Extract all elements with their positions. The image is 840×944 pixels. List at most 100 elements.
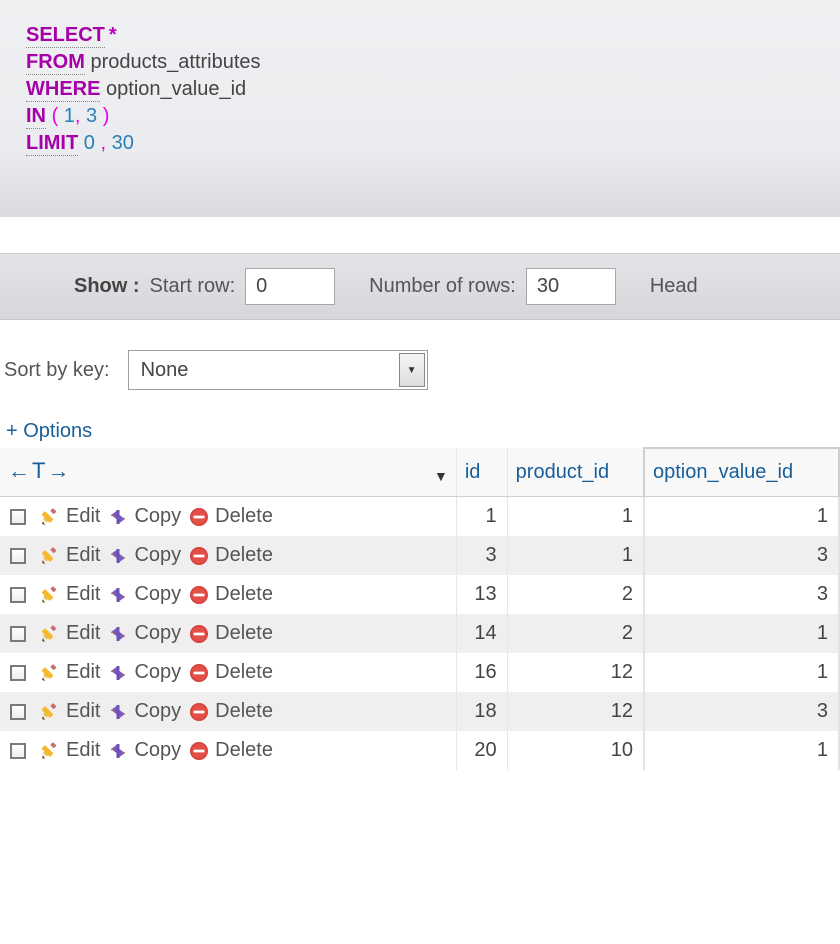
row-checkbox[interactable] [10,626,26,642]
minus-circle-icon [189,507,209,527]
sort-label: Sort by key: [4,359,110,382]
sort-key-select[interactable]: None ▼ [128,350,428,390]
cell-option-value-id: 1 [644,653,839,692]
sql-line: IN ( 1, 3 ) [26,103,814,130]
row-checkbox[interactable] [10,587,26,603]
cell-product-id: 12 [507,653,644,692]
edit-label: Edit [66,544,100,567]
column-header-product-id[interactable]: product_id [507,448,644,497]
copy-link[interactable]: Copy [108,505,181,528]
edit-link[interactable]: Edit [40,505,100,528]
delete-label: Delete [215,700,273,723]
sql-paren-open: ( [52,105,59,127]
minus-circle-icon [189,741,209,761]
sql-line: FROM products_attributes [26,49,814,76]
delete-link[interactable]: Delete [189,544,273,567]
sql-line: SELECT* [26,22,814,49]
sql-in-val2: 3 [86,105,97,127]
table-row: Edit Copy Delete 16 12 1 [0,653,839,692]
start-row-input[interactable] [245,268,335,305]
edit-link[interactable]: Edit [40,661,100,684]
pencil-icon [40,663,60,683]
delete-link[interactable]: Delete [189,700,273,723]
table-row: Edit Copy Delete 3 1 3 [0,536,839,575]
copy-label: Copy [134,544,181,567]
copy-icon [108,546,128,566]
cell-option-value-id: 3 [644,692,839,731]
sql-in-val1: 1 [64,105,75,127]
copy-icon [108,741,128,761]
edit-label: Edit [66,622,100,645]
copy-label: Copy [134,505,181,528]
cell-option-value-id: 3 [644,575,839,614]
edit-link[interactable]: Edit [40,622,100,645]
copy-link[interactable]: Copy [108,544,181,567]
cell-option-value-id: 3 [644,536,839,575]
copy-link[interactable]: Copy [108,622,181,645]
start-row-label: Start row: [150,275,236,298]
copy-link[interactable]: Copy [108,661,181,684]
pagination-bar: Show : Start row: Number of rows: Head [0,253,840,320]
delete-link[interactable]: Delete [189,505,273,528]
results-table: ←T→ ▼ id product_id option_value_id Edit… [0,447,840,770]
cell-product-id: 2 [507,575,644,614]
show-label: Show : [74,275,140,298]
chevron-down-icon[interactable]: ▼ [399,353,425,387]
copy-link[interactable]: Copy [108,583,181,606]
edit-label: Edit [66,739,100,762]
sql-from-ident: products_attributes [90,51,260,73]
row-checkbox[interactable] [10,704,26,720]
cell-option-value-id: 1 [644,614,839,653]
row-checkbox[interactable] [10,548,26,564]
sql-in-kw: IN [26,105,46,129]
num-rows-input[interactable] [526,268,616,305]
minus-circle-icon [189,663,209,683]
table-row: Edit Copy Delete 1 1 1 [0,497,839,537]
sql-where-kw: WHERE [26,78,100,102]
minus-circle-icon [189,585,209,605]
options-toggle-link[interactable]: + Options [0,410,840,445]
minus-circle-icon [189,702,209,722]
copy-link[interactable]: Copy [108,700,181,723]
sql-select-kw: SELECT [26,24,105,48]
copy-label: Copy [134,583,181,606]
edit-label: Edit [66,700,100,723]
sql-limit-val2: 30 [112,132,134,154]
column-header-actions: ←T→ ▼ [0,448,456,497]
sql-query-panel: SELECT* FROM products_attributes WHERE o… [0,0,840,217]
edit-link[interactable]: Edit [40,700,100,723]
delete-label: Delete [215,583,273,606]
edit-link[interactable]: Edit [40,544,100,567]
delete-link[interactable]: Delete [189,739,273,762]
sort-row: Sort by key: None ▼ [0,320,840,410]
sort-caret-icon[interactable]: ▼ [434,468,448,484]
row-checkbox[interactable] [10,665,26,681]
delete-link[interactable]: Delete [189,661,273,684]
copy-icon [108,663,128,683]
column-header-id[interactable]: id [456,448,507,497]
pencil-icon [40,585,60,605]
cell-id: 13 [456,575,507,614]
edit-link[interactable]: Edit [40,739,100,762]
minus-circle-icon [189,546,209,566]
sql-limit-kw: LIMIT [26,132,78,156]
headers-label: Head [650,275,698,298]
delete-label: Delete [215,739,273,762]
copy-icon [108,585,128,605]
copy-icon [108,624,128,644]
column-header-option-value-id[interactable]: option_value_id [644,448,839,497]
sort-key-value: None [128,350,428,390]
edit-link[interactable]: Edit [40,583,100,606]
sql-from-kw: FROM [26,51,85,75]
column-nav-arrows[interactable]: ←T→ [8,458,71,484]
delete-link[interactable]: Delete [189,583,273,606]
cell-id: 3 [456,536,507,575]
row-checkbox[interactable] [10,509,26,525]
copy-link[interactable]: Copy [108,739,181,762]
cell-id: 14 [456,614,507,653]
copy-label: Copy [134,622,181,645]
cell-id: 18 [456,692,507,731]
row-checkbox[interactable] [10,743,26,759]
copy-icon [108,702,128,722]
delete-link[interactable]: Delete [189,622,273,645]
